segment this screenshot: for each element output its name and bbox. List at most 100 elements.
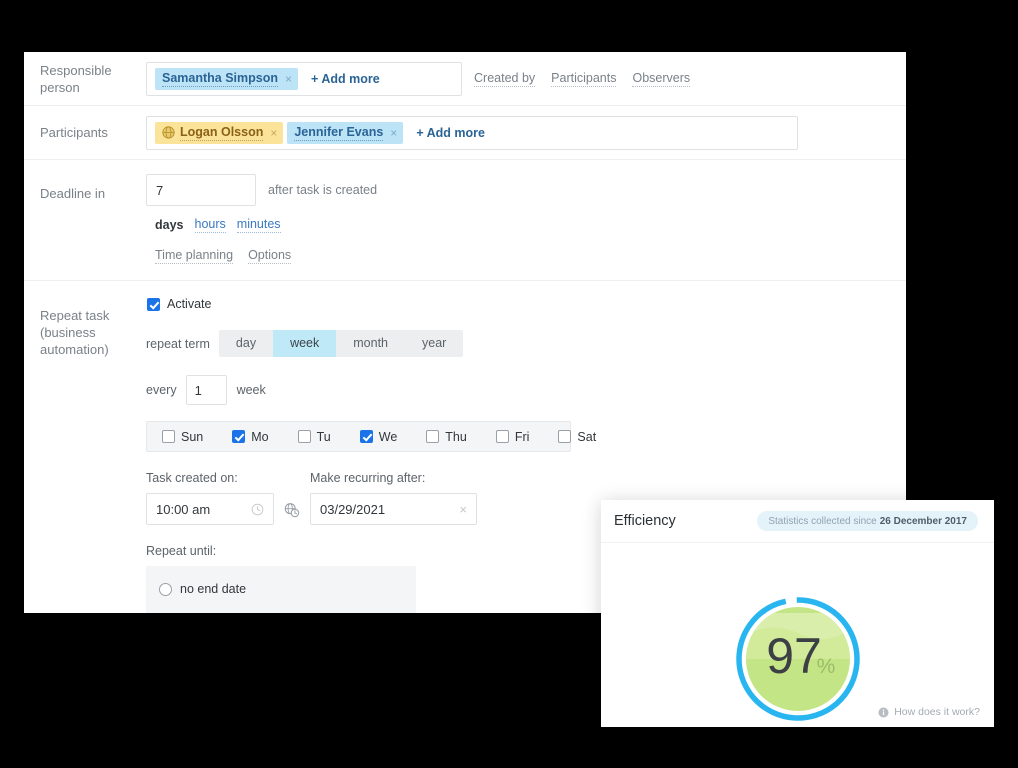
deadline-label: Deadline in <box>24 174 146 202</box>
repeat-task-label: Repeat task (business automation) <box>24 297 146 358</box>
repeat-term-label: repeat term <box>146 337 210 351</box>
task-created-on-label: Task created on: <box>146 471 274 485</box>
responsible-meta-links: Created by Participants Observers <box>474 71 690 87</box>
screen-root: Responsible person Samantha Simpson × + … <box>0 0 1018 768</box>
weekday-sat-checkbox[interactable] <box>558 430 571 443</box>
efficiency-gauge: 97 % <box>734 595 862 723</box>
deadline-value-input[interactable]: 7 <box>146 174 256 206</box>
created-by-link[interactable]: Created by <box>474 71 535 87</box>
repeat-every-label: every <box>146 383 177 397</box>
weekday-mo[interactable]: Mo <box>232 430 268 444</box>
weekday-sun[interactable]: Sun <box>162 430 203 444</box>
chip-label: Jennifer Evans <box>294 125 383 141</box>
info-icon <box>878 707 889 718</box>
repeat-task-label-line2: (business <box>40 324 146 341</box>
efficiency-title: Efficiency <box>614 513 676 529</box>
responsible-person-field[interactable]: Samantha Simpson × + Add more <box>146 62 462 96</box>
clock-icon[interactable] <box>251 503 264 516</box>
participants-field[interactable]: Logan Olsson × Jennifer Evans × + Add mo… <box>146 116 798 150</box>
weekday-tu[interactable]: Tu <box>298 430 331 444</box>
chip-logan-olsson[interactable]: Logan Olsson × <box>155 122 283 144</box>
chip-remove-icon[interactable]: × <box>285 72 292 86</box>
statistics-since-badge: Statistics collected since 26 December 2… <box>757 511 978 531</box>
chip-jennifer-evans[interactable]: Jennifer Evans × <box>287 122 403 144</box>
weekday-sun-checkbox[interactable] <box>162 430 175 443</box>
how-does-it-work-button[interactable]: How does it work? <box>878 706 980 718</box>
activate-checkbox[interactable] <box>147 298 160 311</box>
responsible-person-label: Responsible person <box>24 62 146 96</box>
weekday-fri-checkbox[interactable] <box>496 430 509 443</box>
deadline-unit-days[interactable]: days <box>155 218 184 232</box>
make-recurring-value: 03/29/2021 <box>320 502 385 517</box>
deadline-after-text: after task is created <box>268 183 377 197</box>
repeat-term-year[interactable]: year <box>405 330 463 357</box>
deadline-unit-hours[interactable]: hours <box>195 217 226 233</box>
repeat-task-label-line3: automation) <box>40 341 146 358</box>
weekday-thu-label: Thu <box>445 430 467 444</box>
chip-samantha-simpson[interactable]: Samantha Simpson × <box>155 68 298 90</box>
deadline-unit-row: days hours minutes <box>146 217 890 233</box>
statistics-since-date: 26 December 2017 <box>880 516 967 527</box>
make-recurring-input[interactable]: 03/29/2021 × <box>310 493 477 525</box>
chip-label: Samantha Simpson <box>162 71 278 87</box>
participants-label: Participants <box>24 124 146 141</box>
chip-remove-icon[interactable]: × <box>390 126 397 140</box>
weekday-we[interactable]: We <box>360 430 398 444</box>
observers-link[interactable]: Observers <box>632 71 690 87</box>
repeat-term-week[interactable]: week <box>273 330 336 357</box>
no-end-date-radio[interactable] <box>159 583 172 596</box>
weekday-we-checkbox[interactable] <box>360 430 373 443</box>
make-recurring-clear-icon[interactable]: × <box>459 502 467 517</box>
make-recurring-group: Make recurring after: 03/29/2021 × <box>310 471 477 525</box>
chip-label: Logan Olsson <box>180 125 263 141</box>
weekday-mo-checkbox[interactable] <box>232 430 245 443</box>
participants-row: Participants Logan Olsson × Jennifer Eva… <box>24 106 906 160</box>
statistics-since-prefix: Statistics collected since <box>768 516 876 527</box>
repeat-every-row: every 1 week <box>146 375 890 405</box>
responsible-add-more-button[interactable]: + Add more <box>311 72 380 86</box>
time-planning-link[interactable]: Time planning <box>155 248 233 264</box>
no-end-date-label: no end date <box>180 582 246 596</box>
how-does-it-work-label: How does it work? <box>894 706 980 718</box>
participants-add-more-button[interactable]: + Add more <box>416 126 485 140</box>
repeat-term-month[interactable]: month <box>336 330 405 357</box>
participants-link[interactable]: Participants <box>551 71 616 87</box>
participants-body: Logan Olsson × Jennifer Evans × + Add mo… <box>146 116 890 150</box>
deadline-sub-actions: Time planning Options <box>146 248 890 264</box>
weekday-sat[interactable]: Sat <box>558 430 596 444</box>
weekday-thu-checkbox[interactable] <box>426 430 439 443</box>
task-created-on-input[interactable]: 10:00 am <box>146 493 274 525</box>
gauge-unit-text: % <box>816 655 835 678</box>
repeat-every-input[interactable]: 1 <box>186 375 227 405</box>
weekday-fri[interactable]: Fri <box>496 430 530 444</box>
weekday-fri-label: Fri <box>515 430 530 444</box>
efficiency-header: Efficiency Statistics collected since 26… <box>601 500 994 543</box>
gauge-value-text: 97 <box>766 628 822 684</box>
weekday-tu-label: Tu <box>317 430 331 444</box>
globe-icon <box>162 126 175 139</box>
repeat-term-row: repeat term day week month year <box>146 330 890 357</box>
repeat-until-end-date-option[interactable]: end date 12/29/2021 × <box>146 612 416 613</box>
repeat-until-no-end-date-option[interactable]: no end date <box>146 566 416 612</box>
task-created-on-value: 10:00 am <box>156 502 210 517</box>
repeat-task-label-line1: Repeat task <box>40 307 146 324</box>
deadline-row: Deadline in 7 after task is created days… <box>24 160 906 281</box>
options-link[interactable]: Options <box>248 248 291 264</box>
repeat-term-segmented-control: day week month year <box>219 330 463 357</box>
chip-remove-icon[interactable]: × <box>270 126 277 140</box>
deadline-input-line: 7 after task is created <box>146 174 890 206</box>
make-recurring-label: Make recurring after: <box>310 471 477 485</box>
responsible-person-body: Samantha Simpson × + Add more Created by… <box>146 62 890 96</box>
repeat-term-day[interactable]: day <box>219 330 273 357</box>
world-clock-icon[interactable] <box>284 502 300 518</box>
weekday-thu[interactable]: Thu <box>426 430 467 444</box>
task-created-on-group: Task created on: 10:00 am <box>146 471 274 525</box>
deadline-unit-minutes[interactable]: minutes <box>237 217 281 233</box>
deadline-body: 7 after task is created days hours minut… <box>146 174 890 264</box>
efficiency-gauge-svg: 97 % <box>734 595 862 723</box>
weekday-tu-checkbox[interactable] <box>298 430 311 443</box>
weekday-sat-label: Sat <box>577 430 596 444</box>
activate-checkbox-row[interactable]: Activate <box>146 297 890 311</box>
weekday-we-label: We <box>379 430 398 444</box>
weekday-selector: Sun Mo Tu We <box>146 421 571 452</box>
